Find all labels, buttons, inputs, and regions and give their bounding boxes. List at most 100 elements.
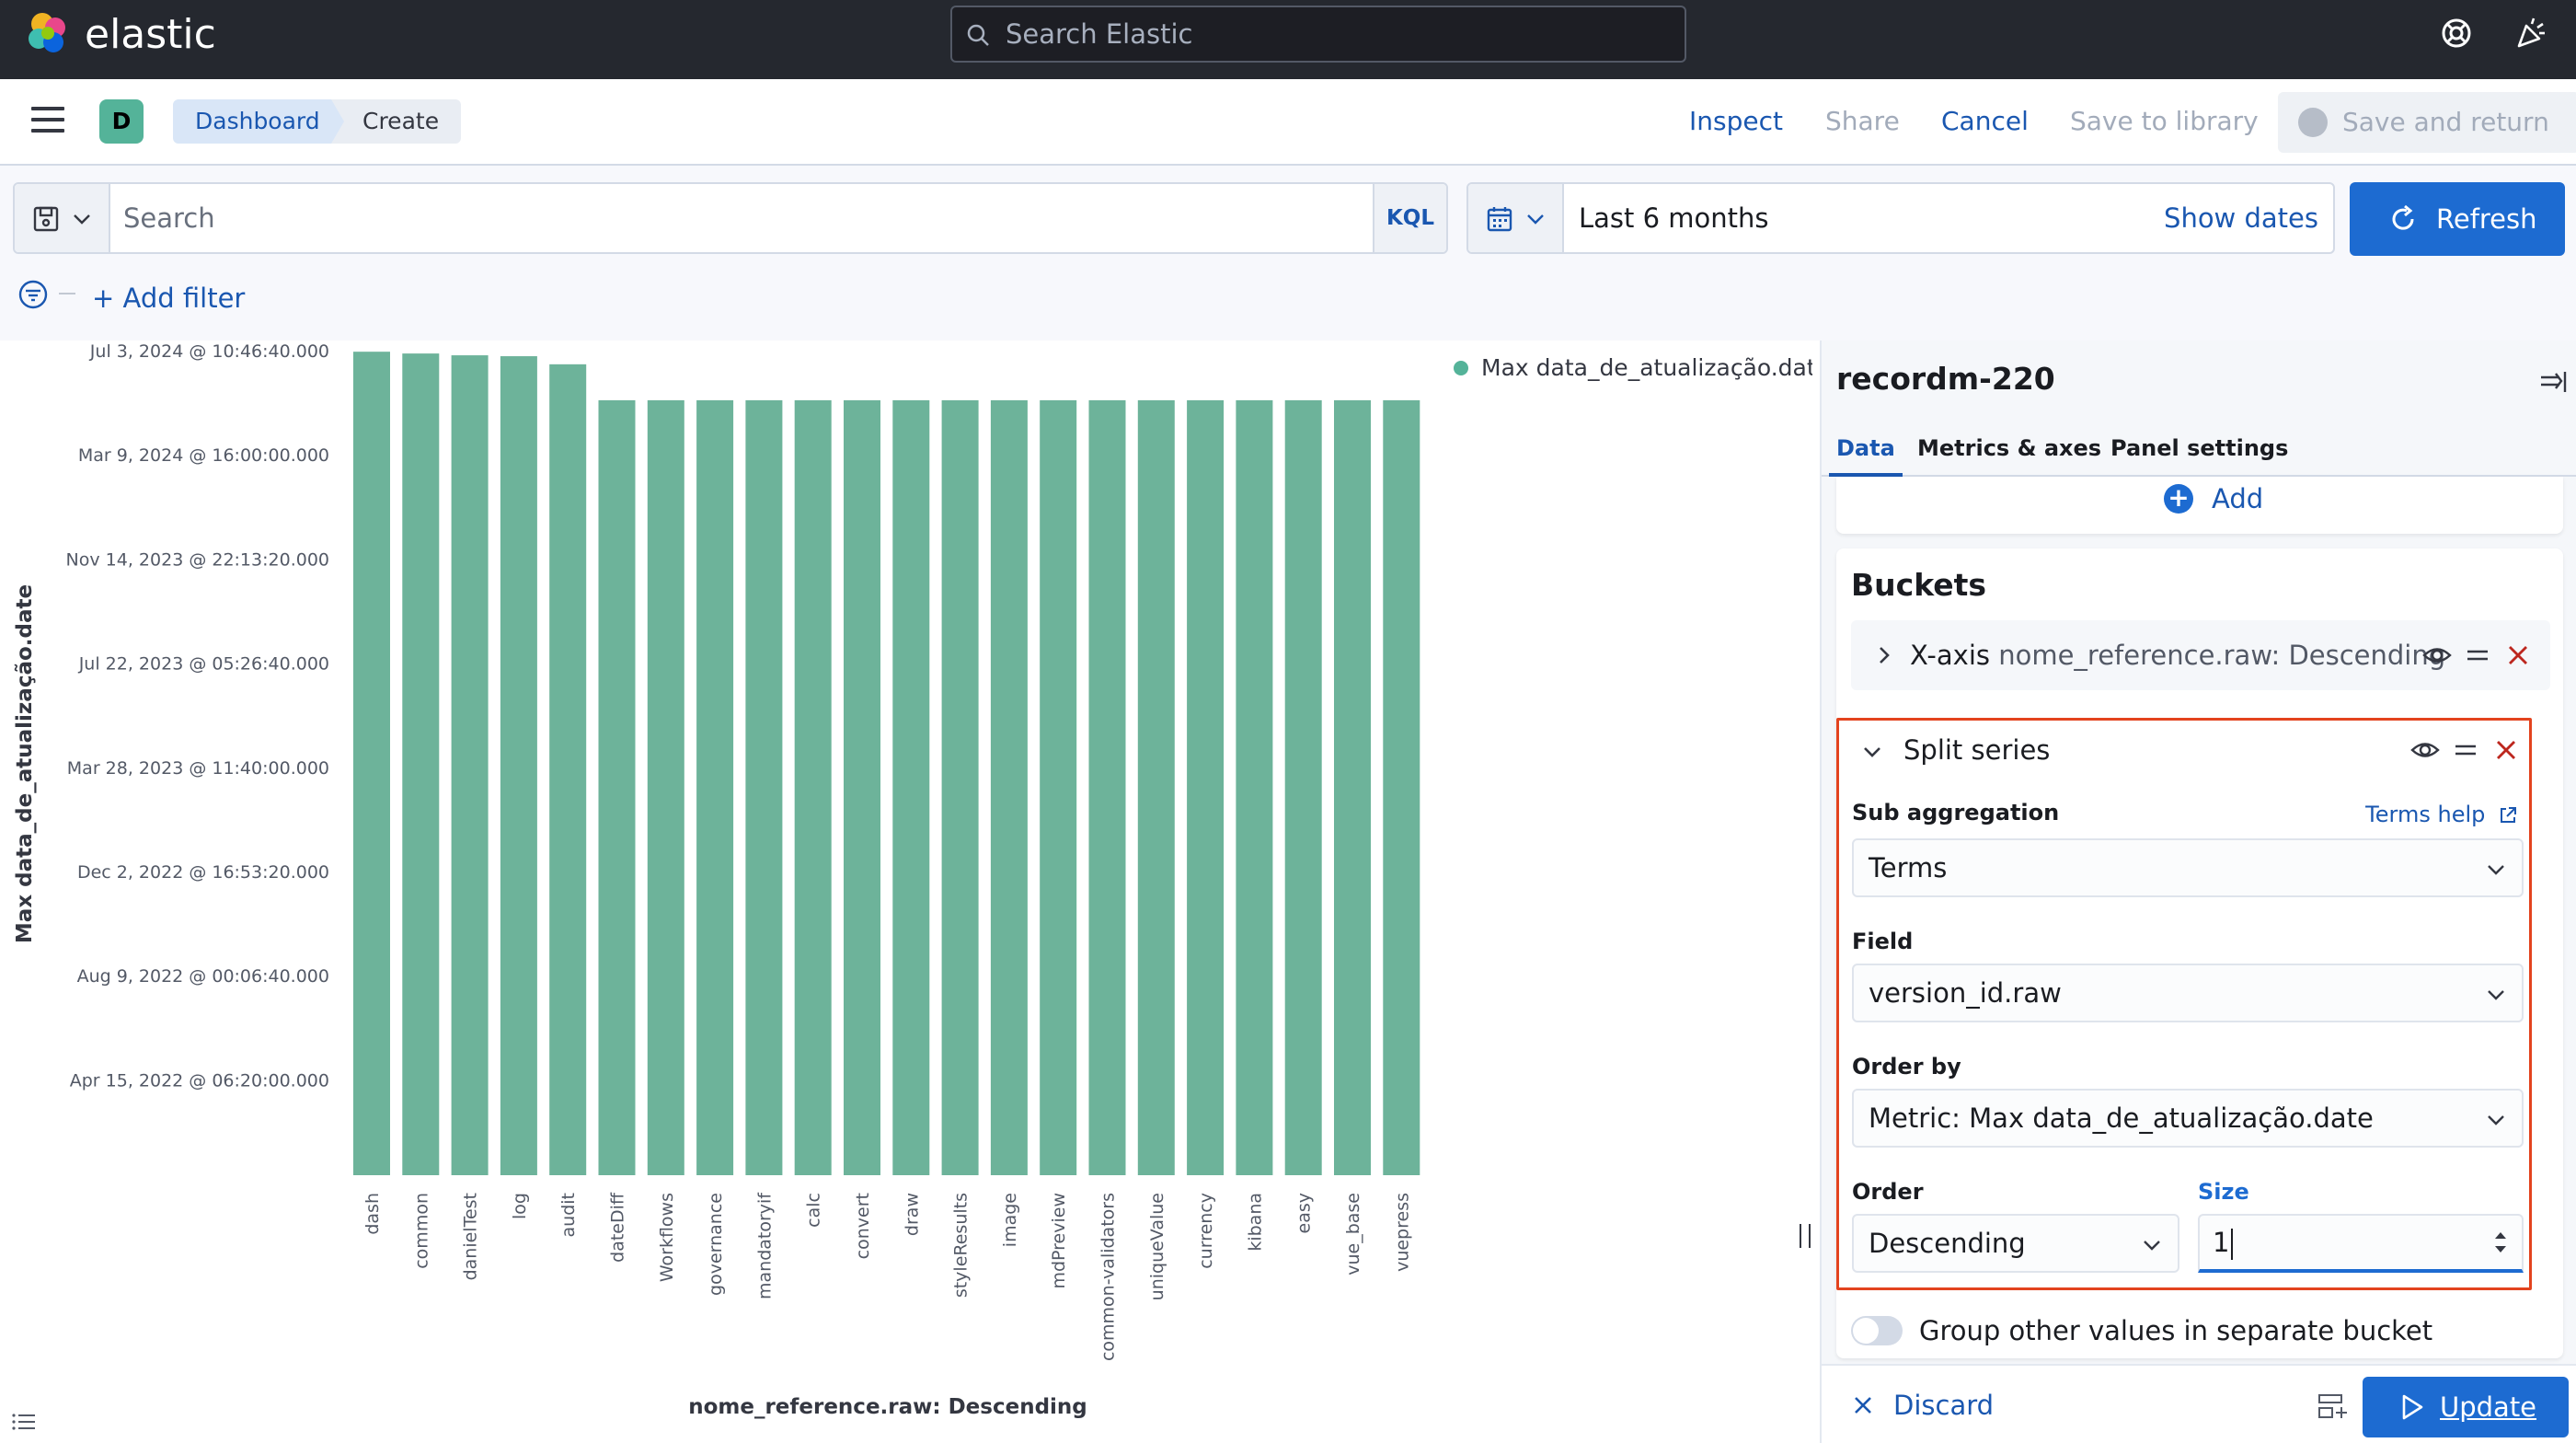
show-dates-button[interactable]: Show dates (2164, 184, 2318, 252)
global-search[interactable] (950, 6, 1686, 63)
x-tick-label: dateDiff (608, 1192, 628, 1263)
order-select[interactable]: Descending (1852, 1214, 2179, 1273)
bar[interactable] (451, 355, 489, 1175)
drag-handle-icon[interactable] (2450, 734, 2481, 766)
x-axis-title: nome_reference.raw: Descending (688, 1395, 1087, 1419)
group-other-toggle[interactable] (1851, 1316, 1903, 1345)
save-icon (33, 206, 59, 232)
space-avatar[interactable]: D (99, 99, 144, 144)
y-tick-label: Mar 9, 2024 @ 16:00:00.000 (78, 445, 329, 466)
bar[interactable] (1137, 399, 1175, 1175)
remove-icon[interactable] (2502, 640, 2534, 671)
update-button[interactable]: Update (2363, 1377, 2569, 1437)
panel-resize-handle[interactable] (1800, 1224, 1811, 1248)
inspect-button[interactable]: Inspect (1689, 103, 1783, 140)
y-tick-label: Nov 14, 2023 @ 22:13:20.000 (66, 549, 329, 570)
chevron-down-icon[interactable] (1861, 741, 1883, 763)
number-stepper-icon[interactable] (2492, 1227, 2509, 1258)
divider (59, 293, 75, 294)
collapse-panel-icon[interactable] (2537, 368, 2569, 396)
xaxis-title: X-axis (1910, 640, 1990, 671)
help-icon[interactable] (2438, 15, 2475, 52)
x-tick-label: styleResults (951, 1193, 972, 1298)
bar[interactable] (794, 399, 832, 1175)
x-tick-label: mdPreview (1049, 1193, 1069, 1289)
plus-circle-icon[interactable]: + (2164, 484, 2193, 514)
y-tick-label: Dec 2, 2022 @ 16:53:20.000 (77, 862, 329, 883)
chevron-right-icon[interactable] (1873, 644, 1895, 666)
layout-toggle-icon[interactable] (2317, 1391, 2350, 1421)
breadcrumb-dashboard[interactable]: Dashboard (173, 99, 348, 144)
bar[interactable] (647, 399, 684, 1175)
x-tick-label: image (1000, 1193, 1020, 1247)
saved-query-button[interactable] (15, 184, 110, 252)
x-tick-label: kibana (1245, 1193, 1265, 1252)
size-input[interactable]: 1 (2198, 1214, 2524, 1273)
sub-aggregation-select[interactable]: Terms (1852, 838, 2524, 897)
split-series-title[interactable]: Split series (1903, 730, 2050, 770)
chevron-down-icon (74, 214, 90, 225)
bar-chart: Jul 3, 2024 @ 10:46:40.000 Mar 9, 2024 @ … (13, 341, 1812, 1419)
menu-icon[interactable] (31, 107, 64, 134)
bar[interactable] (598, 399, 636, 1175)
filter-row: + Add filter (0, 276, 2576, 341)
bar[interactable] (500, 356, 537, 1175)
bar[interactable] (844, 399, 880, 1175)
quick-select-button[interactable] (1468, 184, 1564, 252)
eye-icon[interactable] (2409, 734, 2441, 766)
save-and-return-button[interactable]: Save and return (2278, 92, 2576, 153)
bar[interactable] (1040, 399, 1077, 1175)
order-by-select[interactable]: Metric: Max data_de_atualização.date (1852, 1089, 2524, 1148)
tab-metrics-axes[interactable]: Metrics & axes (1917, 425, 2101, 477)
bar[interactable] (402, 353, 440, 1175)
bar[interactable] (696, 399, 734, 1175)
tab-panel-settings[interactable]: Panel settings (2110, 425, 2288, 477)
cancel-button[interactable]: Cancel (1941, 103, 2029, 140)
bar[interactable] (1088, 399, 1126, 1175)
y-tick-label: Mar 28, 2023 @ 11:40:00.000 (67, 758, 329, 779)
time-range-label[interactable]: Last 6 months (1579, 184, 1769, 252)
eye-icon[interactable] (2421, 640, 2453, 671)
terms-help-link[interactable]: Terms help (2365, 802, 2518, 827)
bar[interactable] (1383, 399, 1420, 1175)
xaxis-bucket-row[interactable]: X-axis nome_reference.raw: Descending (1851, 620, 2550, 690)
refresh-button[interactable]: Refresh (2350, 182, 2565, 256)
add-filter-button[interactable]: + Add filter (92, 280, 245, 317)
add-button[interactable]: Add (2212, 480, 2263, 517)
x-tick-label: governance (706, 1193, 726, 1296)
tab-data[interactable]: Data (1829, 425, 1903, 477)
chart-area: Jul 3, 2024 @ 10:46:40.000 Mar 9, 2024 @ … (0, 341, 1812, 1443)
bar[interactable] (1284, 399, 1322, 1175)
discard-label: Discard (1893, 1390, 1995, 1421)
discard-button[interactable]: Discard (1853, 1384, 1994, 1426)
order-by-label: Order by (1852, 1054, 1961, 1079)
group-other-label: Group other values in separate bucket (1919, 1315, 2433, 1346)
bar[interactable] (941, 399, 979, 1175)
bar[interactable] (1187, 399, 1225, 1175)
x-tick-label: common-validators (1098, 1193, 1119, 1361)
bar[interactable] (892, 399, 930, 1175)
filter-menu-icon[interactable] (17, 278, 50, 311)
query-language-button[interactable]: KQL (1373, 184, 1446, 252)
bar[interactable] (745, 399, 783, 1175)
remove-icon[interactable] (2490, 734, 2522, 766)
bar[interactable] (1236, 399, 1273, 1175)
field-select[interactable]: version_id.raw (1852, 964, 2524, 1022)
drag-handle-icon[interactable] (2462, 640, 2493, 671)
query-search: KQL (13, 182, 1448, 254)
bar[interactable] (990, 399, 1028, 1175)
elastic-logo-icon[interactable] (24, 9, 72, 57)
legend-swatch[interactable] (1454, 361, 1468, 375)
bar[interactable] (353, 352, 390, 1175)
bar[interactable] (549, 364, 587, 1175)
save-to-library-button[interactable]: Save to library (2070, 103, 2259, 140)
query-search-input[interactable] (123, 184, 1319, 252)
share-button[interactable]: Share (1825, 103, 1900, 140)
x-tick-label: Workflows (657, 1193, 677, 1282)
legend-toggle-icon[interactable] (11, 1410, 39, 1434)
global-search-input[interactable] (1006, 7, 1668, 61)
bar[interactable] (1334, 399, 1371, 1175)
logo-text[interactable]: elastic (85, 9, 216, 61)
newsfeed-icon[interactable] (2512, 15, 2548, 52)
legend-label[interactable]: Max data_de_atualização.date (1481, 354, 1812, 381)
